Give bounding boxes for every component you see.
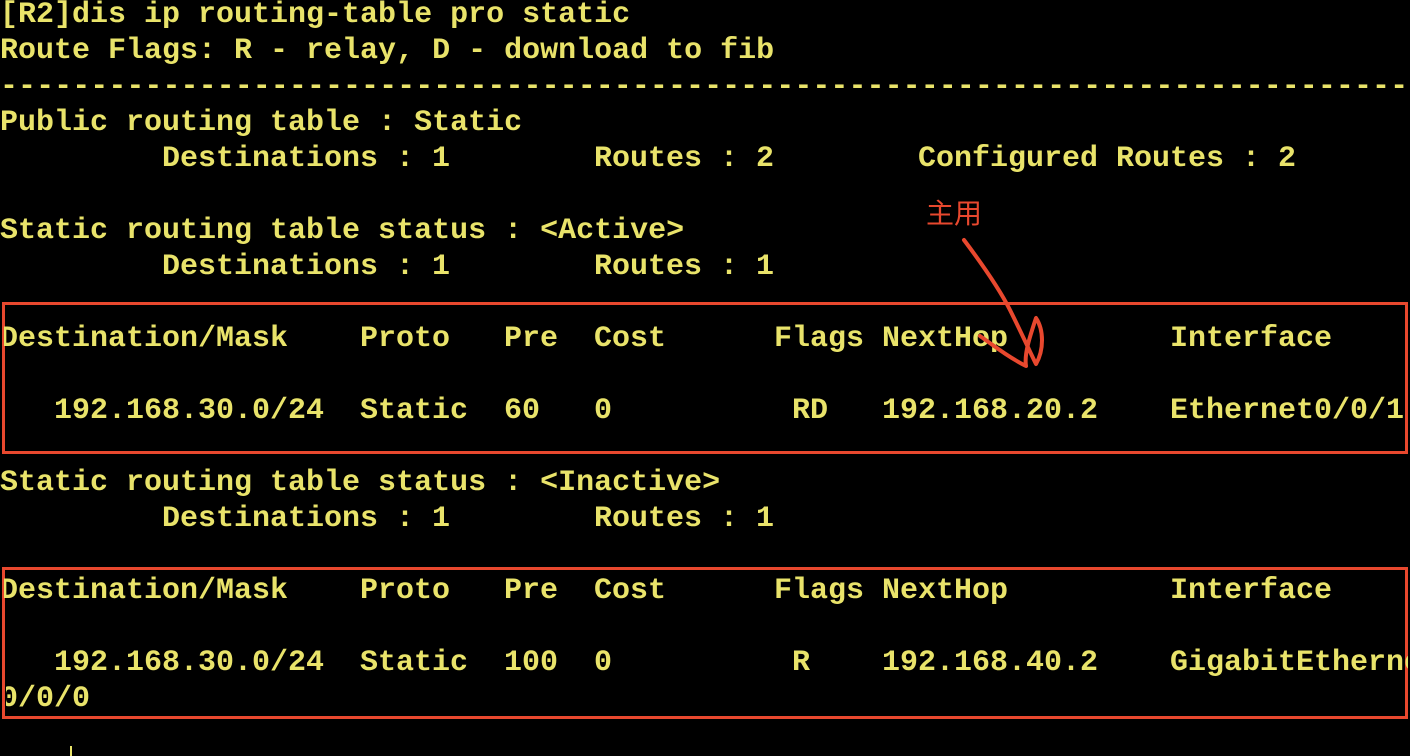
column-header-destination: Destination/Mask <box>0 574 289 608</box>
inactive-route-pre: 100 <box>504 646 559 680</box>
column-header-nexthop: NextHop <box>882 322 1009 356</box>
inactive-destinations: Destinations : 1 <box>162 502 451 536</box>
column-header-proto: Proto <box>360 574 451 608</box>
public-routes: Routes : 2 <box>594 142 775 176</box>
inactive-status-line: Static routing table status : <Inactive> <box>0 466 721 500</box>
separator-line: ----------------------------------------… <box>0 70 1409 104</box>
active-destinations: Destinations : 1 <box>162 250 451 284</box>
column-header-flags: Flags <box>774 322 865 356</box>
column-header-flags: Flags <box>774 574 865 608</box>
public-configured-routes: Configured Routes : 2 <box>918 142 1297 176</box>
primary-route-annotation: 主用 <box>926 197 983 230</box>
column-header-cost: Cost <box>594 574 667 608</box>
terminal-cursor <box>70 746 72 756</box>
flags-legend: Route Flags: R - relay, D - download to … <box>0 34 775 68</box>
inactive-route-interface: GigabitEtherne <box>1170 646 1408 680</box>
column-header-pre: Pre <box>504 574 559 608</box>
inactive-route-cost: 0 <box>594 646 613 680</box>
active-route-pre: 60 <box>504 394 541 428</box>
active-route-proto: Static <box>360 394 469 428</box>
column-header-destination: Destination/Mask <box>0 322 289 356</box>
column-header-pre: Pre <box>504 322 559 356</box>
active-route-nexthop: 192.168.20.2 <box>882 394 1099 428</box>
active-route-destination: 192.168.30.0/24 <box>54 394 325 428</box>
active-route-interface: Ethernet0/0/1 <box>1170 394 1405 428</box>
active-route-cost: 0 <box>594 394 613 428</box>
column-header-interface: Interface <box>1170 322 1333 356</box>
active-status-line: Static routing table status : <Active> <box>0 214 685 248</box>
public-table-title: Public routing table : Static <box>0 106 523 140</box>
inactive-route-flags: R <box>792 646 811 680</box>
public-destinations: Destinations : 1 <box>162 142 451 176</box>
inactive-route-destination: 192.168.30.0/24 <box>54 646 325 680</box>
column-header-nexthop: NextHop <box>882 574 1009 608</box>
active-route-flags: RD <box>792 394 829 428</box>
inactive-route-proto: Static <box>360 646 469 680</box>
command-line: [R2]dis ip routing-table pro static <box>0 0 631 32</box>
column-header-proto: Proto <box>360 322 451 356</box>
inactive-routes: Routes : 1 <box>594 502 775 536</box>
terminal-window[interactable]: [R2]dis ip routing-table pro static Rout… <box>0 0 1410 756</box>
active-routes: Routes : 1 <box>594 250 775 284</box>
inactive-route-nexthop: 192.168.40.2 <box>882 646 1099 680</box>
column-header-cost: Cost <box>594 322 667 356</box>
inactive-route-interface-wrap: 0/0/0 <box>0 682 91 716</box>
column-header-interface: Interface <box>1170 574 1333 608</box>
